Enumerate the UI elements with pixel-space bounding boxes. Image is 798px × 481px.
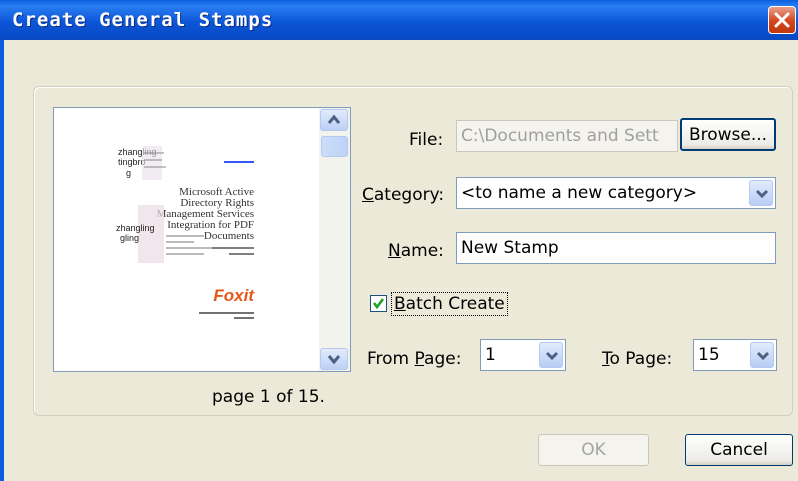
scroll-down-button[interactable] — [320, 348, 348, 370]
file-label: File: — [409, 130, 444, 150]
thumb-name-2: tingbro — [118, 157, 146, 167]
page-count-caption: page 1 of 15. — [212, 387, 325, 407]
chevron-up-icon — [327, 114, 341, 124]
thumb-name-3: g — [126, 168, 131, 178]
thumb-heading-5: Documents — [204, 230, 254, 242]
page-thumbnail: zhangling tingbro g Microsoft Active Dir… — [54, 108, 318, 371]
thumb-name-4: zhangling — [116, 223, 155, 233]
close-button[interactable] — [768, 6, 796, 34]
checkmark-icon — [372, 298, 385, 310]
from-page-value: 1 — [485, 345, 496, 365]
batch-create-checkbox[interactable] — [370, 295, 387, 312]
from-page-label: From Page: — [367, 349, 462, 369]
to-page-dropdown-button[interactable] — [750, 342, 774, 368]
page-preview: zhangling tingbro g Microsoft Active Dir… — [53, 107, 351, 372]
from-page-dropdown-button[interactable] — [539, 342, 563, 368]
cancel-button[interactable]: Cancel — [685, 434, 793, 466]
preview-scrollbar[interactable] — [319, 108, 350, 371]
file-path-field: C:\Documents and Sett — [456, 120, 678, 152]
title-bar[interactable]: Create General Stamps — [0, 0, 798, 40]
stamp-name-input[interactable]: New Stamp — [456, 232, 776, 264]
foxit-logo: Foxit — [213, 286, 255, 305]
to-page-value: 15 — [698, 345, 720, 365]
thumb-name-5: gling — [120, 233, 139, 243]
chevron-down-icon — [545, 351, 559, 361]
to-page-dropdown[interactable]: 15 — [693, 339, 777, 371]
create-general-stamps-dialog: Create General Stamps zhangling tingbro … — [0, 0, 798, 481]
name-label: Name: — [388, 241, 444, 261]
chevron-down-icon — [756, 351, 770, 361]
ok-button[interactable]: OK — [538, 434, 649, 466]
close-icon — [774, 12, 790, 28]
scroll-thumb[interactable] — [321, 136, 348, 157]
chevron-down-icon — [755, 189, 769, 199]
category-dropdown[interactable]: <to name a new category> — [456, 177, 776, 209]
category-label: Category: — [362, 185, 445, 205]
window-frame-left — [0, 40, 4, 481]
thumbnail-graphic: zhangling tingbro g Microsoft Active Dir… — [116, 146, 255, 319]
batch-create-label[interactable]: Batch Create — [391, 292, 508, 316]
to-page-label: To Page: — [602, 349, 673, 369]
scroll-up-button[interactable] — [320, 109, 348, 131]
window-title: Create General Stamps — [12, 9, 274, 31]
category-value: <to name a new category> — [461, 183, 698, 203]
chevron-down-icon — [327, 355, 341, 365]
category-dropdown-button[interactable] — [749, 180, 773, 206]
browse-button[interactable]: Browse... — [680, 118, 776, 151]
from-page-dropdown[interactable]: 1 — [480, 339, 566, 371]
